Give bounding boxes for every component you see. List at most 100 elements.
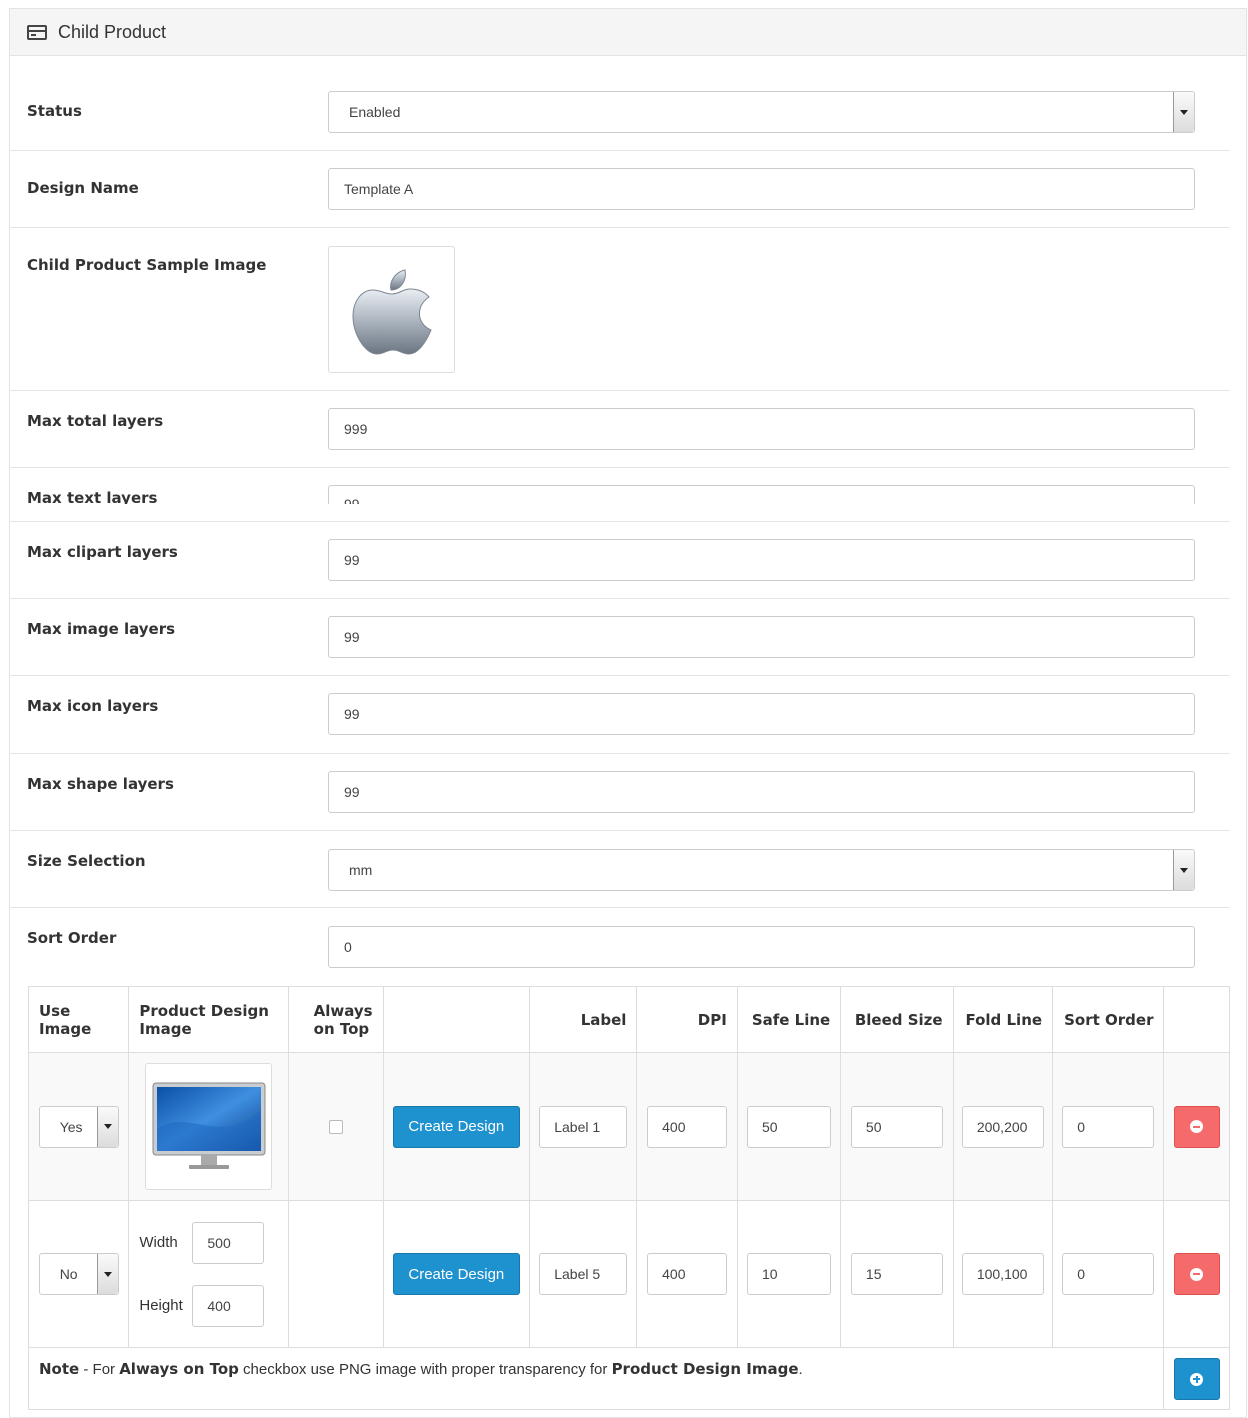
height-value: 400 xyxy=(207,1297,231,1314)
bleed-size-input[interactable]: 15 xyxy=(850,1253,943,1295)
max-image-input[interactable]: 99 xyxy=(328,616,1195,658)
label-input[interactable]: Label 5 xyxy=(539,1253,628,1295)
sort-order-input[interactable]: 0 xyxy=(328,926,1195,968)
max-image-row: Max image layers 99 xyxy=(10,599,1230,676)
row-sort-order-input[interactable]: 0 xyxy=(1062,1105,1155,1148)
always-on-top-empty xyxy=(287,1200,384,1348)
row-sort-order-value: 0 xyxy=(1077,1118,1086,1135)
max-shape-label: Max shape layers xyxy=(27,775,174,793)
status-label: Status xyxy=(27,102,82,120)
bleed-size-input[interactable]: 50 xyxy=(850,1105,943,1148)
add-row-button[interactable] xyxy=(1173,1358,1220,1400)
chevron-down-icon[interactable] xyxy=(1173,92,1194,132)
safe-line-input[interactable]: 10 xyxy=(747,1253,832,1295)
max-shape-value: 99 xyxy=(344,784,360,800)
bleed-size-value: 15 xyxy=(865,1266,882,1282)
apple-logo-icon xyxy=(351,268,432,355)
use-image-select[interactable]: Yes xyxy=(38,1105,119,1148)
note-cell: Note - For Always on Top checkbox use PN… xyxy=(27,1347,1165,1410)
row-sort-order-value: 0 xyxy=(1077,1266,1086,1282)
credit-card-icon xyxy=(27,24,47,40)
max-shape-input[interactable]: 99 xyxy=(328,771,1195,813)
fold-line-input[interactable]: 200,200 xyxy=(961,1105,1044,1148)
bleed-size-value: 50 xyxy=(865,1118,882,1135)
use-image-select[interactable]: No xyxy=(38,1253,119,1295)
label-input[interactable]: Label 1 xyxy=(539,1105,628,1148)
max-icon-row: Max icon layers 99 xyxy=(10,676,1230,754)
scroll-cut xyxy=(10,504,1230,521)
col-label: Label xyxy=(529,986,638,1053)
col-bleed-size: Bleed Size xyxy=(840,986,954,1053)
sort-order-value: 0 xyxy=(344,939,352,955)
sample-image-row: Child Product Sample Image xyxy=(10,228,1230,391)
note-row: Note - For Always on Top checkbox use PN… xyxy=(27,1347,1230,1410)
table-header-row: Use Image Product Design Image Always on… xyxy=(27,986,1230,1053)
note-part-1: - For xyxy=(79,1361,120,1378)
sample-image-label: Child Product Sample Image xyxy=(27,256,267,274)
chevron-down-icon[interactable] xyxy=(1173,850,1194,890)
use-image-value: Yes xyxy=(59,1118,83,1135)
chevron-down-icon[interactable] xyxy=(96,1254,118,1294)
dpi-input[interactable]: 400 xyxy=(647,1105,728,1148)
note-bold-1: Always on Top xyxy=(119,1360,239,1378)
col-safe-line: Safe Line xyxy=(736,986,842,1053)
status-row: Status Enabled xyxy=(10,56,1230,151)
minus-circle-icon xyxy=(1190,1120,1204,1133)
fold-line-value: 200,200 xyxy=(976,1118,1028,1135)
dpi-value: 400 xyxy=(662,1118,686,1135)
size-selection-value: mm xyxy=(349,862,373,878)
chevron-down-icon[interactable] xyxy=(96,1106,118,1147)
col-fold-line: Fold Line xyxy=(952,986,1054,1053)
max-icon-label: Max icon layers xyxy=(27,697,159,715)
note-prefix: Note xyxy=(39,1360,80,1378)
sample-image-thumbnail[interactable] xyxy=(328,246,455,373)
col-use-image: Use Image xyxy=(27,986,130,1053)
sort-order-label: Sort Order xyxy=(27,929,117,947)
remove-row-button[interactable] xyxy=(1173,1253,1220,1295)
max-icon-value: 99 xyxy=(344,706,360,722)
design-name-row: Design Name Template A xyxy=(10,151,1230,228)
safe-line-input[interactable]: 50 xyxy=(747,1105,832,1148)
note-text: Note - For Always on Top checkbox use PN… xyxy=(29,1360,1163,1378)
max-text-row: Max text layers 99 xyxy=(10,468,1230,522)
note-part-3: . xyxy=(798,1361,803,1378)
size-selection-label: Size Selection xyxy=(27,852,146,870)
status-value: Enabled xyxy=(349,104,401,120)
width-label: Width xyxy=(139,1234,178,1251)
max-clipart-input[interactable]: 99 xyxy=(328,539,1195,581)
max-total-row: Max total layers 999 xyxy=(10,391,1230,468)
create-design-button[interactable]: Create Design xyxy=(392,1253,520,1295)
height-input[interactable]: 400 xyxy=(192,1284,265,1327)
safe-line-value: 50 xyxy=(762,1118,778,1135)
create-design-button[interactable]: Create Design xyxy=(392,1105,520,1148)
fold-line-input[interactable]: 100,100 xyxy=(961,1253,1044,1295)
row-sort-order-input[interactable]: 0 xyxy=(1062,1253,1155,1295)
safe-line-value: 10 xyxy=(762,1266,778,1282)
design-name-input[interactable]: Template A xyxy=(328,168,1195,210)
max-image-value: 99 xyxy=(344,629,360,645)
design-name-value: Template A xyxy=(344,181,414,197)
col-dpi: DPI xyxy=(636,986,738,1053)
max-icon-input[interactable]: 99 xyxy=(328,693,1195,735)
note-bold-2: Product Design Image xyxy=(611,1360,799,1378)
child-product-panel: Child Product Status Enabled Design Name… xyxy=(9,8,1247,1418)
max-total-input[interactable]: 999 xyxy=(328,408,1195,450)
product-design-image-thumbnail[interactable] xyxy=(145,1063,272,1190)
col-always-on-top: Always on Top xyxy=(287,986,384,1053)
remove-row-button[interactable] xyxy=(1173,1105,1220,1148)
size-selection-select[interactable]: mm xyxy=(328,849,1195,891)
status-select[interactable]: Enabled xyxy=(328,91,1195,133)
always-on-top-checkbox[interactable] xyxy=(328,1119,343,1134)
height-field: Height 400 xyxy=(139,1284,287,1327)
panel-heading: Child Product xyxy=(10,9,1246,56)
col-sort-order: Sort Order xyxy=(1052,986,1165,1053)
dpi-input[interactable]: 400 xyxy=(647,1253,728,1295)
label-value: Label 5 xyxy=(554,1266,601,1282)
use-image-value: No xyxy=(59,1266,78,1282)
width-input[interactable]: 500 xyxy=(192,1221,265,1264)
dpi-value: 400 xyxy=(662,1266,686,1282)
col-actions xyxy=(1163,986,1230,1053)
panel-title: Child Product xyxy=(58,21,167,42)
plus-circle-icon xyxy=(1190,1372,1204,1386)
table-row: Yes Create Design Label 1 400 50 50 200,… xyxy=(27,1052,1230,1201)
